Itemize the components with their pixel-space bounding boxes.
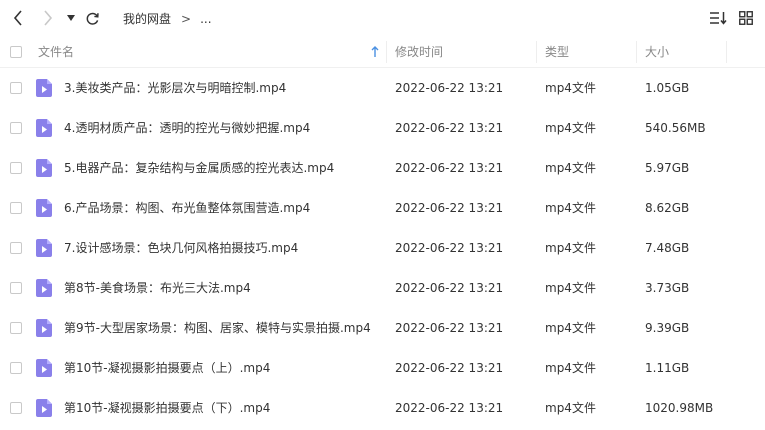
file-modified: 2022-06-22 13:21 xyxy=(395,121,504,135)
column-divider[interactable] xyxy=(636,41,637,63)
file-row[interactable]: 第8节-美食场景：布光三大法.mp4 2022-06-22 13:21 mp4文… xyxy=(0,268,765,308)
breadcrumb-current[interactable]: ... xyxy=(200,12,211,26)
sort-list-icon[interactable] xyxy=(708,6,728,30)
file-name[interactable]: 3.美妆类产品：光影层次与明暗控制.mp4 xyxy=(64,68,286,108)
file-type: mp4文件 xyxy=(545,401,596,415)
file-modified: 2022-06-22 13:21 xyxy=(395,201,504,215)
file-name[interactable]: 5.电器产品：复杂结构与金属质感的控光表达.mp4 xyxy=(64,148,334,188)
file-name[interactable]: 第8节-美食场景：布光三大法.mp4 xyxy=(64,268,251,308)
file-size: 3.73GB xyxy=(645,281,690,295)
file-modified: 2022-06-22 13:21 xyxy=(395,281,504,295)
column-divider[interactable] xyxy=(726,41,727,63)
file-size: 7.48GB xyxy=(645,241,690,255)
file-type: mp4文件 xyxy=(545,81,596,95)
file-row[interactable]: 3.美妆类产品：光影层次与明暗控制.mp4 2022-06-22 13:21 m… xyxy=(0,68,765,108)
file-name[interactable]: 7.设计感场景：色块几何风格拍摄技巧.mp4 xyxy=(64,228,298,268)
column-type[interactable]: 类型 xyxy=(545,37,569,67)
chevron-left-icon[interactable] xyxy=(8,6,28,30)
file-list-header: 文件名 修改时间 类型 大小 xyxy=(0,37,765,68)
file-row[interactable]: 7.设计感场景：色块几何风格拍摄技巧.mp4 2022-06-22 13:21 … xyxy=(0,228,765,268)
file-name[interactable]: 第10节-凝视摄影拍摄要点（上）.mp4 xyxy=(64,348,270,388)
file-name[interactable]: 第10节-凝视摄影拍摄要点（下）.mp4 xyxy=(64,388,270,428)
file-name[interactable]: 6.产品场景：构图、布光鱼整体氛围营造.mp4 xyxy=(64,188,310,228)
arrow-up-icon[interactable] xyxy=(370,37,382,67)
file-size: 1020.98MB xyxy=(645,401,714,415)
grid-view-icon[interactable] xyxy=(737,6,755,30)
column-divider[interactable] xyxy=(536,41,537,63)
row-checkbox[interactable] xyxy=(10,282,22,294)
file-size: 9.39GB xyxy=(645,321,690,335)
video-file-icon xyxy=(36,359,52,377)
file-row[interactable]: 4.透明材质产品：透明的控光与微妙把握.mp4 2022-06-22 13:21… xyxy=(0,108,765,148)
file-row[interactable]: 第10节-凝视摄影拍摄要点（上）.mp4 2022-06-22 13:21 mp… xyxy=(0,348,765,388)
file-modified: 2022-06-22 13:21 xyxy=(395,361,504,375)
row-checkbox[interactable] xyxy=(10,322,22,334)
breadcrumb-separator: > xyxy=(181,11,192,26)
file-type: mp4文件 xyxy=(545,361,596,375)
file-size: 540.56MB xyxy=(645,121,706,135)
file-modified: 2022-06-22 13:21 xyxy=(395,401,504,415)
video-file-icon xyxy=(36,399,52,417)
row-checkbox[interactable] xyxy=(10,362,22,374)
file-type: mp4文件 xyxy=(545,121,596,135)
file-modified: 2022-06-22 13:21 xyxy=(395,161,504,175)
breadcrumb: 我的网盘 > ... xyxy=(123,10,212,27)
row-checkbox[interactable] xyxy=(10,122,22,134)
file-name[interactable]: 第9节-大型居家场景：构图、居家、模特与实景拍摄.mp4 xyxy=(64,308,371,348)
column-name[interactable]: 文件名 xyxy=(38,37,74,67)
video-file-icon xyxy=(36,79,52,97)
refresh-icon[interactable] xyxy=(83,6,101,30)
file-size: 1.05GB xyxy=(645,81,690,95)
file-type: mp4文件 xyxy=(545,241,596,255)
video-file-icon xyxy=(36,319,52,337)
toolbar: 我的网盘 > ... xyxy=(0,0,765,36)
file-modified: 2022-06-22 13:21 xyxy=(395,321,504,335)
row-checkbox[interactable] xyxy=(10,402,22,414)
file-size: 1.11GB xyxy=(645,361,690,375)
file-modified: 2022-06-22 13:21 xyxy=(395,241,504,255)
file-type: mp4文件 xyxy=(545,161,596,175)
video-file-icon xyxy=(36,239,52,257)
file-row[interactable]: 6.产品场景：构图、布光鱼整体氛围营造.mp4 2022-06-22 13:21… xyxy=(0,188,765,228)
breadcrumb-root[interactable]: 我的网盘 xyxy=(123,10,171,27)
chevron-right-icon[interactable] xyxy=(38,6,58,30)
file-name[interactable]: 4.透明材质产品：透明的控光与微妙把握.mp4 xyxy=(64,108,310,148)
caret-down-icon[interactable] xyxy=(64,6,78,30)
row-checkbox[interactable] xyxy=(10,82,22,94)
file-size: 8.62GB xyxy=(645,201,690,215)
row-checkbox[interactable] xyxy=(10,162,22,174)
file-type: mp4文件 xyxy=(545,281,596,295)
video-file-icon xyxy=(36,199,52,217)
file-row[interactable]: 第9节-大型居家场景：构图、居家、模特与实景拍摄.mp4 2022-06-22 … xyxy=(0,308,765,348)
file-row[interactable]: 5.电器产品：复杂结构与金属质感的控光表达.mp4 2022-06-22 13:… xyxy=(0,148,765,188)
row-checkbox[interactable] xyxy=(10,242,22,254)
column-modified[interactable]: 修改时间 xyxy=(395,37,443,67)
row-checkbox[interactable] xyxy=(10,202,22,214)
file-type: mp4文件 xyxy=(545,321,596,335)
file-row[interactable]: 第10节-凝视摄影拍摄要点（下）.mp4 2022-06-22 13:21 mp… xyxy=(0,388,765,428)
file-modified: 2022-06-22 13:21 xyxy=(395,81,504,95)
column-size[interactable]: 大小 xyxy=(645,37,669,67)
video-file-icon xyxy=(36,279,52,297)
video-file-icon xyxy=(36,119,52,137)
column-divider[interactable] xyxy=(386,41,387,63)
file-type: mp4文件 xyxy=(545,201,596,215)
video-file-icon xyxy=(36,159,52,177)
select-all-checkbox[interactable] xyxy=(10,46,22,58)
file-size: 5.97GB xyxy=(645,161,690,175)
